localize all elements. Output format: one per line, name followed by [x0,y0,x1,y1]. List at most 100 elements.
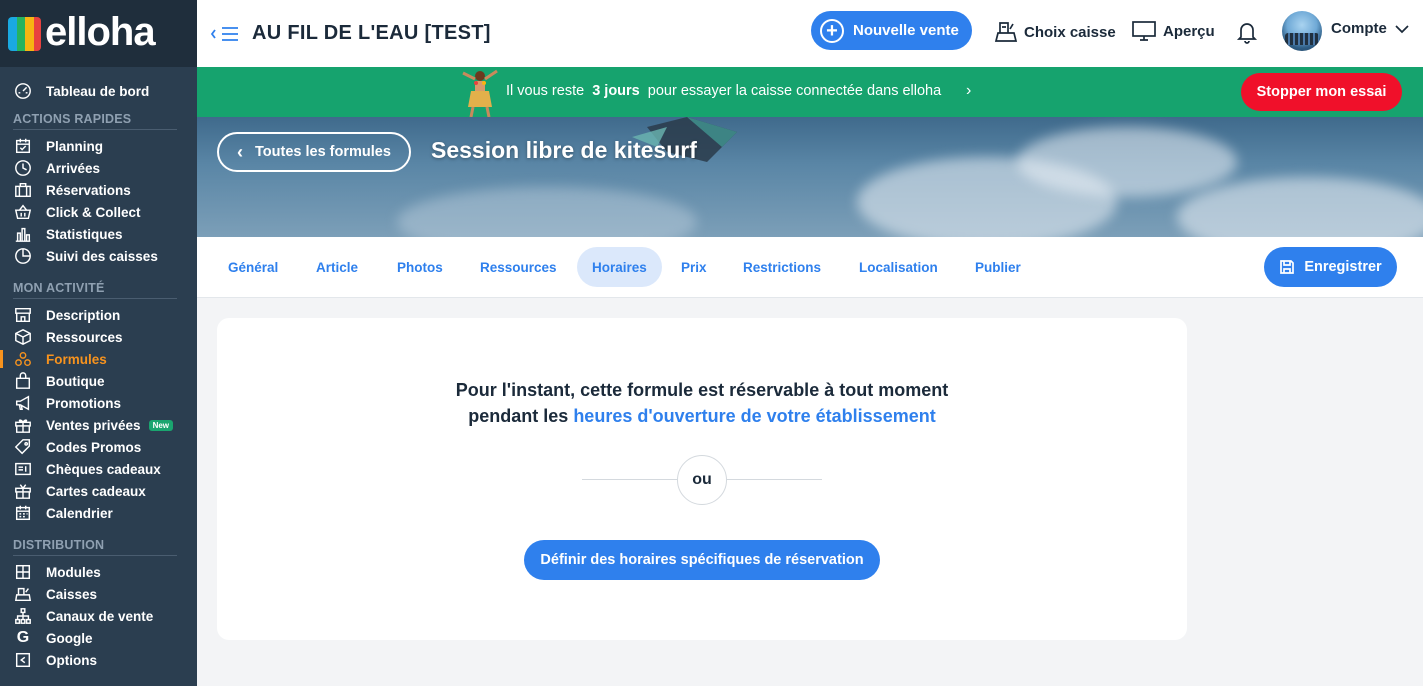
sidebar-item-description[interactable]: Description [13,304,187,326]
sidebar-item-label: Canaux de vente [46,608,154,624]
calendar-check-icon [13,137,33,155]
sidebar-item-register-tracking[interactable]: Suivi des caisses [13,245,187,267]
account-label: Compte [1331,20,1387,37]
suitcase-icon [13,181,33,199]
opening-hours-link[interactable]: heures d'ouverture de votre établissemen… [573,406,935,426]
save-label: Enregistrer [1304,259,1382,275]
sidebar-item-options[interactable]: Options [13,649,187,671]
calendar-icon [13,504,33,522]
section-title-activity: MON ACTIVITÉ [13,281,177,299]
tab-photos[interactable]: Photos [382,247,458,287]
gift-icon [13,416,33,434]
or-circle: ou [677,455,727,505]
sidebar-nav: Tableau de bord ACTIONS RAPIDES Planning… [0,67,197,671]
sidebar-item-gift-vouchers[interactable]: Chèques cadeaux [13,458,187,480]
sidebar-item-registers[interactable]: Caisses [13,583,187,605]
sidebar-item-label: Suivi des caisses [46,248,158,264]
tab-restrictions[interactable]: Restrictions [728,247,836,287]
tag-icon [13,438,33,456]
sidebar-item-modules[interactable]: Modules [13,561,187,583]
sidebar-item-label: Codes Promos [46,439,142,455]
tab-publish[interactable]: Publier [960,247,1036,287]
sidebar-item-formulas[interactable]: Formules [13,348,187,370]
choose-register-button[interactable]: Choix caisse [994,20,1116,44]
section-title-distribution: DISTRIBUTION [13,538,177,556]
chevron-down-icon [1395,24,1409,33]
bar-chart-icon [13,225,33,243]
chevron-right-icon[interactable]: › [966,82,971,100]
sidebar-item-promo-codes[interactable]: Codes Promos [13,436,187,458]
hero-cloud [397,187,697,237]
sidebar-item-label: Boutique [46,373,105,389]
sidebar-item-label: Tableau de bord [46,83,150,99]
sidebar-item-label: Cartes cadeaux [46,483,146,499]
save-button[interactable]: Enregistrer [1264,247,1397,287]
new-sale-label: Nouvelle vente [853,22,959,39]
sidebar-item-label: Calendrier [46,505,113,521]
sidebar-item-promotions[interactable]: Promotions [13,392,187,414]
define-schedules-button[interactable]: Définir des horaires spécifiques de rése… [524,540,880,580]
sidebar-item-label: Modules [46,564,101,580]
tab-general[interactable]: Général [213,247,293,287]
sidebar-item-private-sales[interactable]: Ventes privées New [13,414,187,436]
new-sale-button[interactable]: + Nouvelle vente [811,11,972,50]
notifications-button[interactable] [1236,20,1264,44]
floppy-disk-icon [1280,260,1295,274]
avatar[interactable] [1282,11,1322,51]
trial-banner: Il vous reste 3 jours pour essayer la ca… [197,67,1423,117]
sidebar: elloha Tableau de bord ACTIONS RAPIDES P… [0,0,197,686]
sidebar-item-label: Chèques cadeaux [46,461,161,477]
sidebar-item-label: Click & Collect [46,204,141,220]
sidebar-item-arrivals[interactable]: Arrivées [13,157,187,179]
tab-schedules[interactable]: Horaires [577,247,662,287]
voucher-icon [13,460,33,478]
menu-toggle-button[interactable] [209,24,241,44]
monitor-icon [1132,21,1156,41]
gift-card-icon [13,482,33,500]
sidebar-item-label: Caisses [46,586,98,602]
grid-icon [13,563,33,581]
trial-suffix: pour essayer la caisse connectée dans el… [647,83,942,99]
tab-price[interactable]: Prix [666,247,722,287]
logo-mark-icon [8,16,41,51]
tab-location[interactable]: Localisation [844,247,953,287]
sidebar-item-click-collect[interactable]: Click & Collect [13,201,187,223]
all-formulas-label: Toutes les formules [255,144,391,160]
stop-trial-button[interactable]: Stopper mon essai [1241,73,1402,111]
sidebar-item-google[interactable]: G Google [13,627,187,649]
all-formulas-button[interactable]: ‹ Toutes les formules [217,132,411,172]
establishment-title: AU FIL DE L'EAU [TEST] [252,22,491,44]
sidebar-item-label: Arrivées [46,160,101,176]
sidebar-item-shop[interactable]: Boutique [13,370,187,392]
bikes-icon [13,350,33,368]
sidebar-item-label: Description [46,307,121,323]
sidebar-item-calendar[interactable]: Calendrier [13,502,187,524]
sidebar-item-gift-cards[interactable]: Cartes cadeaux [13,480,187,502]
sidebar-item-sales-channels[interactable]: Canaux de vente [13,605,187,627]
sidebar-item-label: Google [46,630,93,646]
clock-icon [13,159,33,177]
box-icon [13,328,33,346]
sidebar-item-planning[interactable]: Planning [13,135,187,157]
plus-circle-icon: + [820,18,844,43]
pie-chart-icon [13,247,33,265]
preview-button[interactable]: Aperçu [1131,20,1215,42]
hero-cloud [1017,127,1237,197]
trial-message: Il vous reste 3 jours pour essayer la ca… [506,83,941,99]
sidebar-item-label: Promotions [46,395,122,411]
tab-article[interactable]: Article [301,247,373,287]
google-icon: G [16,629,30,646]
logo[interactable]: elloha [0,0,197,67]
account-menu[interactable]: Compte [1331,20,1417,37]
sidebar-item-reservations[interactable]: Réservations [13,179,187,201]
choose-register-label: Choix caisse [1024,23,1116,41]
sidebar-item-dashboard[interactable]: Tableau de bord [13,79,187,103]
sidebar-item-resources[interactable]: Ressources [13,326,187,348]
schedule-info-line1: Pour l'instant, cette formule est réserv… [455,380,949,400]
gauge-icon [13,82,33,100]
shopping-bag-icon [13,372,33,390]
tab-resources[interactable]: Ressources [465,247,572,287]
section-title-actions: ACTIONS RAPIDES [13,112,177,130]
sidebar-item-statistics[interactable]: Statistiques [13,223,187,245]
sidebar-item-label: Statistiques [46,226,123,242]
